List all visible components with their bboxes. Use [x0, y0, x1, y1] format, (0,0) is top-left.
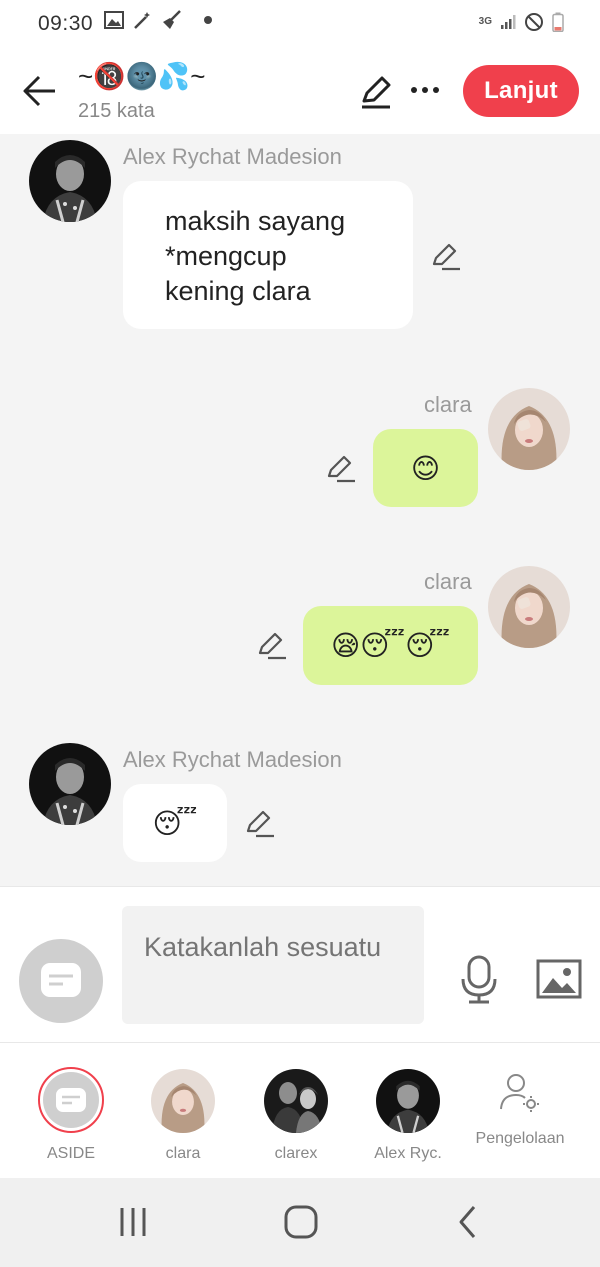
more-options-icon[interactable] — [410, 80, 440, 100]
image-upload-icon[interactable] — [536, 959, 582, 999]
system-nav-bar — [0, 1178, 600, 1267]
character-label: clarex — [274, 1145, 318, 1162]
manage-characters-button[interactable]: Pengelolaan — [460, 1043, 580, 1179]
aside-icon — [41, 963, 81, 997]
network-type: 3G — [478, 16, 492, 27]
avatar-clarex — [264, 1069, 328, 1133]
message-bubble[interactable]: 😴 — [123, 784, 227, 862]
microphone-icon[interactable] — [459, 955, 499, 1005]
sender-name: Alex Rychat Madesion — [123, 144, 342, 169]
magic-wand-icon — [134, 12, 150, 29]
composer — [0, 886, 600, 1042]
character-clarex[interactable]: clarex — [236, 1043, 356, 1179]
story-title: ~🔞🌚💦~ — [78, 61, 206, 91]
character-clara[interactable]: clara — [123, 1043, 243, 1179]
word-count: 215 kata — [78, 100, 155, 122]
aside-toggle-button[interactable] — [19, 939, 103, 1023]
story-header: ~🔞🌚💦~ 215 kata Lanjut — [0, 50, 600, 134]
avatar-alex[interactable] — [29, 140, 111, 222]
notification-dot-icon — [204, 16, 212, 24]
edit-message-icon[interactable] — [256, 629, 288, 661]
sender-name: Alex Rychat Madesion — [123, 747, 342, 772]
character-label: Pengelolaan — [475, 1130, 565, 1147]
avatar-alex — [376, 1069, 440, 1133]
image-icon — [104, 11, 124, 29]
message-bubble[interactable]: maksih sayang *mengcup kening clara — [123, 181, 413, 329]
character-aside[interactable]: ASIDE — [11, 1043, 131, 1179]
character-label: Alex Ryc. — [374, 1145, 442, 1162]
avatar-alex[interactable] — [29, 743, 111, 825]
home-icon[interactable] — [281, 1202, 321, 1242]
character-alex[interactable]: Alex Ryc. — [348, 1043, 468, 1179]
edit-message-icon[interactable] — [430, 240, 462, 272]
character-label: clara — [165, 1145, 201, 1162]
recent-apps-icon[interactable] — [113, 1202, 153, 1242]
signal-icon — [501, 15, 516, 29]
message-bubble[interactable]: 😪😴😴 — [303, 606, 478, 685]
next-button[interactable]: Lanjut — [463, 65, 579, 117]
character-label: ASIDE — [46, 1145, 95, 1162]
broom-icon — [163, 10, 181, 29]
do-not-disturb-icon — [525, 13, 543, 31]
status-time: 09:30 — [38, 12, 94, 35]
status-bar: 09:30 3G — [0, 0, 600, 50]
aside-avatar — [38, 1067, 104, 1133]
message-input[interactable] — [122, 906, 424, 1024]
character-bar: ASIDE clara clarex Alex Ryc. Pengelolaan — [0, 1042, 600, 1178]
user-settings-icon — [500, 1074, 539, 1112]
edit-pen-icon[interactable] — [358, 74, 394, 110]
back-arrow-icon[interactable] — [22, 74, 58, 108]
sender-name: clara — [424, 569, 472, 594]
aside-icon — [56, 1088, 86, 1112]
message-bubble[interactable]: 😊 — [373, 429, 478, 507]
back-nav-icon[interactable] — [448, 1202, 488, 1242]
edit-message-icon[interactable] — [325, 452, 357, 484]
sender-name: clara — [424, 392, 472, 417]
battery-icon — [552, 12, 564, 32]
avatar-clara[interactable] — [488, 566, 570, 648]
edit-message-icon[interactable] — [244, 807, 276, 839]
avatar-clara — [151, 1069, 215, 1133]
avatar-clara[interactable] — [488, 388, 570, 470]
